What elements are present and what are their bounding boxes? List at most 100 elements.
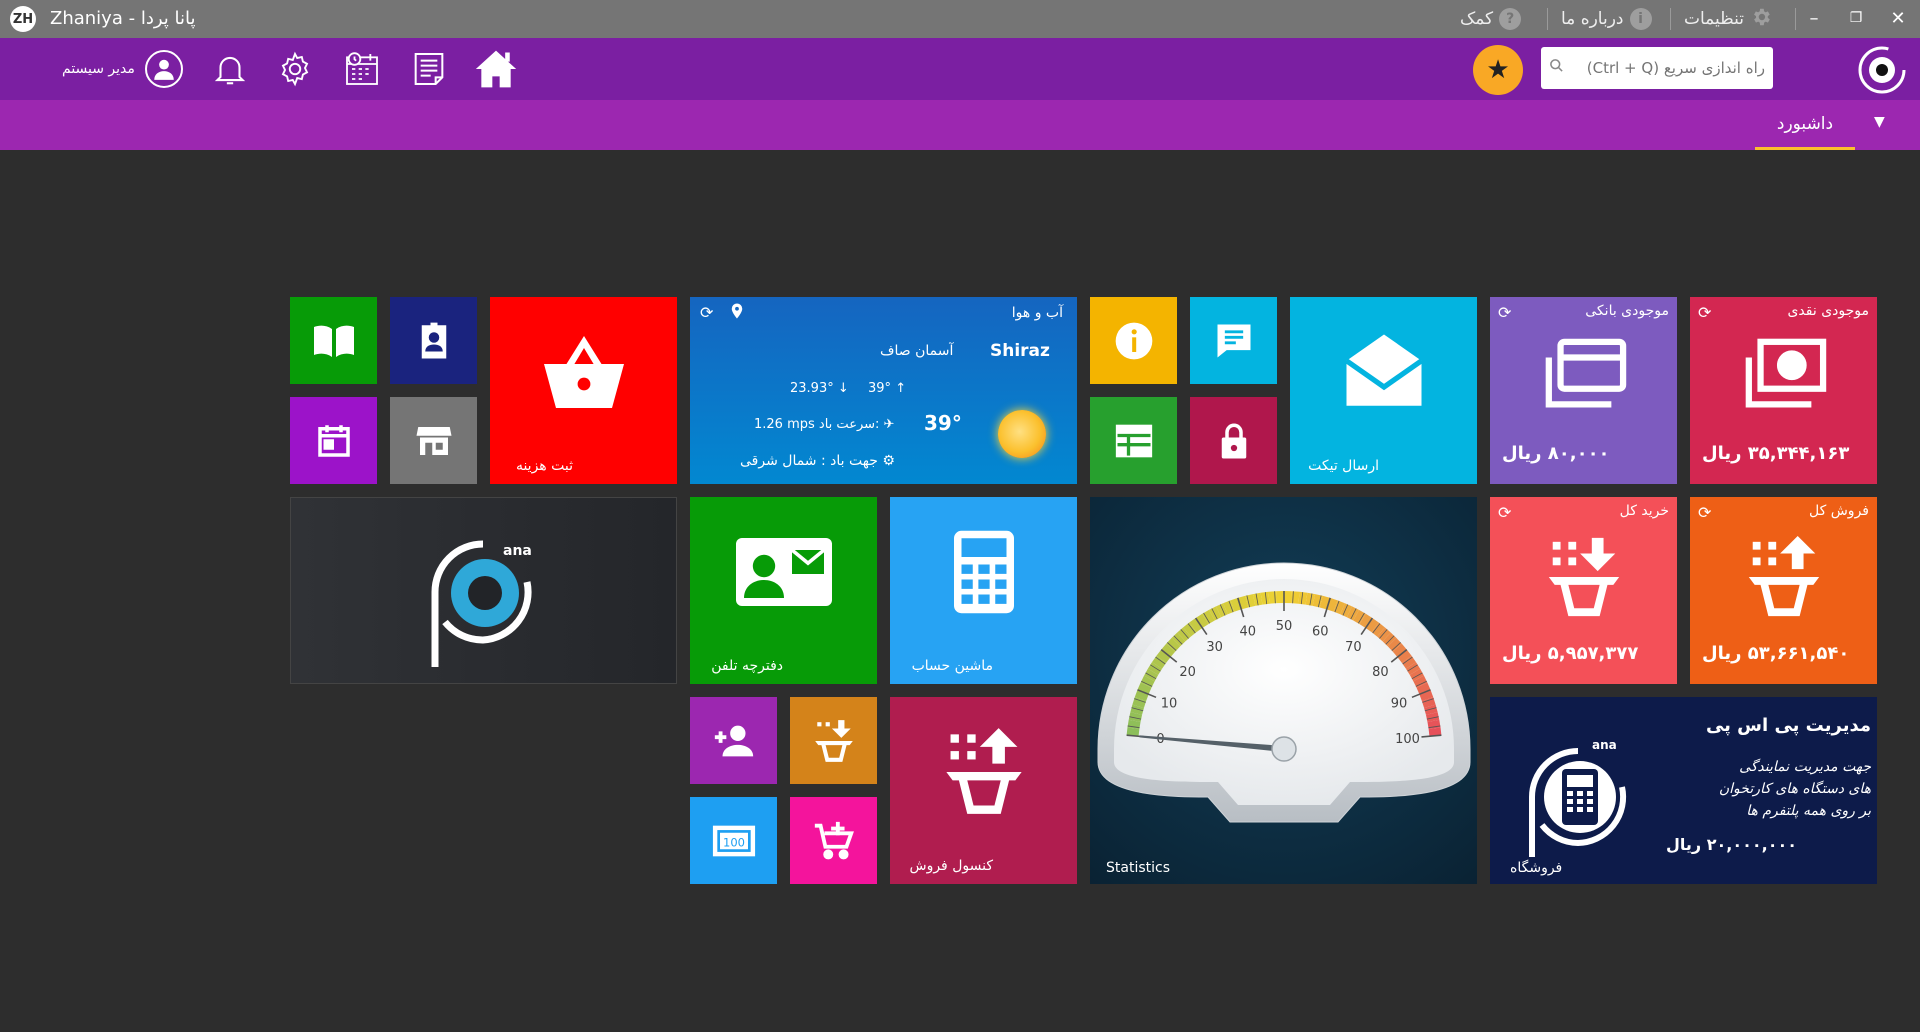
bank-balance-title: موجودی بانکی <box>1585 303 1669 319</box>
tile-sales-console[interactable]: کنسول فروش <box>890 697 1077 884</box>
basket-download-icon <box>790 697 877 784</box>
refresh-icon[interactable]: ⟳ <box>1498 303 1511 322</box>
window-title: Zhaniya - پانا پردا <box>50 8 196 29</box>
tile-cash-balance[interactable]: ⟳ موجودی نقدی ۳۵,۳۴۴,۱۶۳ ریال <box>1690 297 1877 484</box>
search-input[interactable] <box>1575 47 1765 89</box>
weather-temp: 39° <box>924 411 962 435</box>
tab-dashboard-label: داشبورد <box>1776 113 1834 134</box>
add-to-cart-icon <box>790 797 877 884</box>
wind-icon: ✈ <box>883 417 895 432</box>
bank-balance-amount: ۸۰,۰۰۰ ریال <box>1502 443 1610 464</box>
tile-purchase-basket[interactable] <box>790 697 877 784</box>
sun-icon <box>998 410 1046 458</box>
gauge-tick-label: 50 <box>1276 619 1293 634</box>
weather-title: آب و هوا <box>1011 305 1063 321</box>
basket-upload-icon <box>890 717 1077 827</box>
tile-calendar[interactable] <box>290 397 377 484</box>
brand-logo-icon: ana <box>291 498 676 683</box>
search-icon <box>1549 58 1564 77</box>
home-icon[interactable] <box>474 47 518 91</box>
store-icon <box>390 397 477 484</box>
cash-icon <box>1690 327 1877 427</box>
tile-calculator[interactable]: ماشین حساب <box>890 497 1077 684</box>
tile-contact-card[interactable] <box>390 297 477 384</box>
wind-speed-label: سرعت باد <box>818 417 876 432</box>
info-circle-icon <box>1090 297 1177 384</box>
tile-calculator-label: ماشین حساب <box>911 658 993 674</box>
credit-card-icon <box>1490 327 1677 427</box>
bell-icon[interactable] <box>208 47 252 91</box>
gauge-tick-label: 30 <box>1206 640 1223 655</box>
favorites-button[interactable]: ★ <box>1473 45 1523 95</box>
weather-city: Shiraz <box>990 341 1050 361</box>
tile-expense[interactable]: ثبت هزینه <box>490 297 677 484</box>
tile-info[interactable] <box>1090 297 1177 384</box>
location-pin-icon[interactable] <box>728 301 746 325</box>
pos-terminal-icon: ana <box>1510 727 1650 867</box>
tile-statistics-label: Statistics <box>1106 860 1170 876</box>
tile-statistics[interactable]: 0 10 20 30 40 50 60 70 80 90 100 Statistics <box>1090 497 1477 884</box>
close-button[interactable]: ✕ <box>1884 4 1912 32</box>
banknote-icon: 100 <box>690 797 777 884</box>
tile-total-sales[interactable]: ⟳ فروش کل ۵۳,۶۶۱,۵۴۰ ریال <box>1690 497 1877 684</box>
id-badge-icon <box>390 297 477 384</box>
user-menu[interactable]: مدیر سیستم <box>62 50 183 88</box>
maximize-button[interactable]: ❐ <box>1842 4 1870 32</box>
tile-table[interactable] <box>1090 397 1177 484</box>
tile-phonebook[interactable]: دفترچه تلفن <box>690 497 877 684</box>
document-icon[interactable] <box>407 47 451 91</box>
avatar <box>144 50 183 88</box>
tile-brand[interactable]: ana <box>290 497 677 684</box>
gauge-tick-label: 60 <box>1312 624 1329 639</box>
minimize-button[interactable]: – <box>1800 4 1828 32</box>
pos-logo-text: ana <box>1592 738 1617 752</box>
tile-add-user[interactable] <box>690 697 777 784</box>
menu-about[interactable]: درباره ما i <box>1561 6 1652 32</box>
tile-money[interactable]: 100 <box>690 797 777 884</box>
quick-launch-search[interactable] <box>1541 47 1773 89</box>
total-purchase-title: خرید کل <box>1619 503 1669 519</box>
gear-icon <box>1750 6 1772 33</box>
refresh-icon[interactable]: ⟳ <box>1498 503 1511 522</box>
tile-total-purchase[interactable]: ⟳ خرید کل ۵,۹۵۷,۳۷۷ ریال <box>1490 497 1677 684</box>
lock-icon <box>1190 397 1277 484</box>
gauge-tick-label: 10 <box>1161 697 1178 712</box>
tile-add-cart[interactable] <box>790 797 877 884</box>
wind-speed-value: 1.26 mps <box>754 417 815 432</box>
tile-ticket[interactable]: ارسال تیکت <box>1290 297 1477 484</box>
tile-store[interactable] <box>390 397 477 484</box>
tile-weather[interactable]: ⟳ آب و هوا Shiraz آسمان صاف 23.93° ↓ 39°… <box>690 297 1077 484</box>
weather-temp-max: 39° ↑ <box>868 381 906 396</box>
weather-wind-direction: ⚙ جهت باد : شمال شرقی <box>740 453 895 469</box>
tile-messages[interactable] <box>1190 297 1277 384</box>
refresh-icon[interactable]: ⟳ <box>1698 303 1711 322</box>
menu-settings[interactable]: تنظیمات <box>1684 6 1772 32</box>
arrow-up-icon: ↑ <box>895 381 907 396</box>
menu-separator <box>1670 8 1671 30</box>
tile-pos-management[interactable]: ana مدیریت پی اس پی جهت مدیریت نمایندگی … <box>1490 697 1877 884</box>
weather-condition: آسمان صاف <box>880 343 954 359</box>
weather-wind-speed: 1.26 mps سرعت باد: ✈ <box>754 417 895 432</box>
calendar-icon <box>290 397 377 484</box>
title-bar: ZH Zhaniya - پانا پردا کمک ? درباره ما i… <box>0 0 1920 38</box>
settings-icon[interactable] <box>273 47 317 91</box>
gauge-tick-label: 80 <box>1372 665 1389 680</box>
gauge-tick-label: 90 <box>1391 697 1408 712</box>
refresh-icon[interactable]: ⟳ <box>700 303 713 322</box>
total-sales-amount: ۵۳,۶۶۱,۵۴۰ ریال <box>1702 643 1850 664</box>
menu-help[interactable]: کمک ? <box>1460 6 1522 32</box>
calendar-clock-icon[interactable] <box>340 47 384 91</box>
tile-pos-label: فروشگاه <box>1510 860 1563 876</box>
tab-dashboard[interactable]: داشبورد <box>1755 100 1855 150</box>
tile-lock[interactable] <box>1190 397 1277 484</box>
basket-icon <box>490 317 677 427</box>
refresh-icon[interactable]: ⟳ <box>1698 503 1711 522</box>
chevron-down-icon[interactable]: ▼ <box>1874 114 1885 130</box>
pos-title: مدیریت پی اس پی <box>1705 715 1871 736</box>
tile-book[interactable] <box>290 297 377 384</box>
arrow-down-icon: ↓ <box>837 381 849 396</box>
tile-bank-balance[interactable]: ⟳ موجودی بانکی ۸۰,۰۰۰ ریال <box>1490 297 1677 484</box>
temp-min-value: 23.93° <box>790 381 834 396</box>
total-purchase-amount: ۵,۹۵۷,۳۷۷ ریال <box>1502 643 1639 664</box>
statistics-gauge: 010203040 50 60708090100 <box>1097 562 1471 823</box>
